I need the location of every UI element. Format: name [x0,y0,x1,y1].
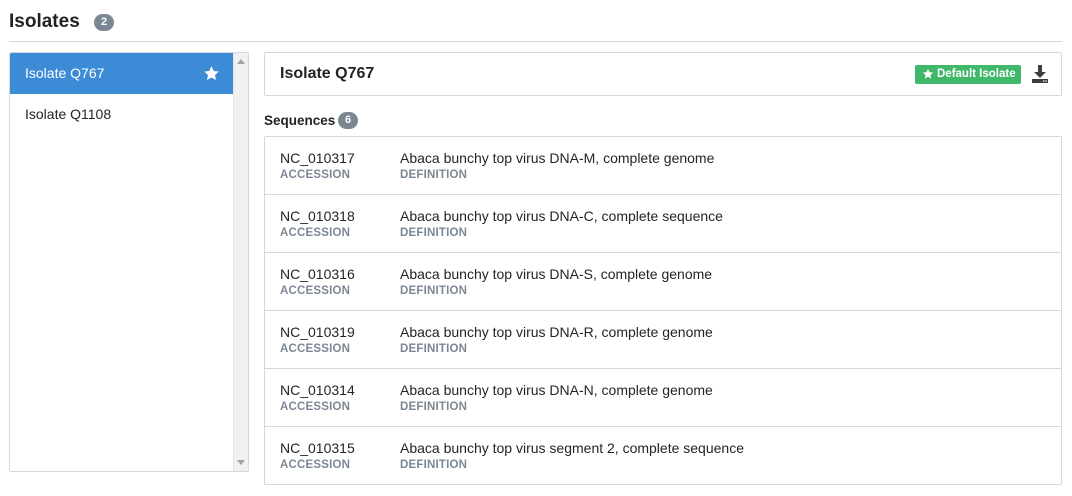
page-header: Isolates 2 [9,9,1062,42]
sequence-row[interactable]: NC_010315 ACCESSION Abaca bunchy top vir… [265,427,1061,485]
definition-label: DEFINITION [400,169,468,181]
sequence-row[interactable]: NC_010314 ACCESSION Abaca bunchy top vir… [265,369,1061,427]
accession-label: ACCESSION [280,401,351,413]
default-isolate-badge: Default Isolate [915,65,1021,84]
isolate-item-label: Isolate Q1108 [25,106,112,122]
accession-label: ACCESSION [280,459,351,471]
definition-label: DEFINITION [400,459,468,471]
star-icon [204,66,219,81]
sequence-count-badge: 6 [338,112,358,129]
sequence-row[interactable]: NC_010316 ACCESSION Abaca bunchy top vir… [265,253,1061,311]
sequence-definition: Abaca bunchy top virus DNA-C, complete s… [400,208,723,224]
default-isolate-label: Default Isolate [937,68,1016,80]
isolate-item-label: Isolate Q767 [25,65,105,81]
sequences-heading: Sequences [264,113,336,128]
accession-label: ACCESSION [280,343,351,355]
sequence-list: NC_010317 ACCESSION Abaca bunchy top vir… [264,136,1062,485]
definition-label: DEFINITION [400,285,468,297]
sequence-definition: Abaca bunchy top virus DNA-R, complete g… [400,324,713,340]
isolate-item-q1108[interactable]: Isolate Q1108 [10,94,234,135]
sequence-accession: NC_010314 [280,382,355,398]
definition-label: DEFINITION [400,401,468,413]
scroll-up-arrow-icon[interactable] [237,59,245,64]
isolate-item-q767[interactable]: Isolate Q767 [10,53,234,94]
isolate-detail-header: Isolate Q767 Default Isolate [264,52,1062,96]
accession-label: ACCESSION [280,169,351,181]
accession-label: ACCESSION [280,227,351,239]
sequence-accession: NC_010319 [280,324,355,340]
sequence-definition: Abaca bunchy top virus segment 2, comple… [400,440,744,456]
isolate-list: Isolate Q767 Isolate Q1108 [9,52,249,472]
accession-label: ACCESSION [280,285,351,297]
sequence-row[interactable]: NC_010317 ACCESSION Abaca bunchy top vir… [265,137,1061,195]
sequence-definition: Abaca bunchy top virus DNA-N, complete g… [400,382,713,398]
isolate-detail-title: Isolate Q767 [280,65,375,82]
scroll-down-arrow-icon[interactable] [237,460,245,465]
sequence-accession: NC_010316 [280,266,355,282]
sequence-row[interactable]: NC_010319 ACCESSION Abaca bunchy top vir… [265,311,1061,369]
sequence-accession: NC_010317 [280,150,355,166]
definition-label: DEFINITION [400,227,468,239]
sequence-row[interactable]: NC_010318 ACCESSION Abaca bunchy top vir… [265,195,1061,253]
definition-label: DEFINITION [400,343,468,355]
sequence-accession: NC_010318 [280,208,355,224]
page-title: Isolates [9,11,80,32]
sequence-accession: NC_010315 [280,440,355,456]
download-icon[interactable] [1031,64,1049,84]
isolate-list-scrollbar[interactable] [233,53,248,471]
sequence-definition: Abaca bunchy top virus DNA-S, complete g… [400,266,713,282]
star-icon [922,68,934,79]
isolate-count-badge: 2 [94,14,114,31]
sequence-definition: Abaca bunchy top virus DNA-M, complete g… [400,150,715,166]
